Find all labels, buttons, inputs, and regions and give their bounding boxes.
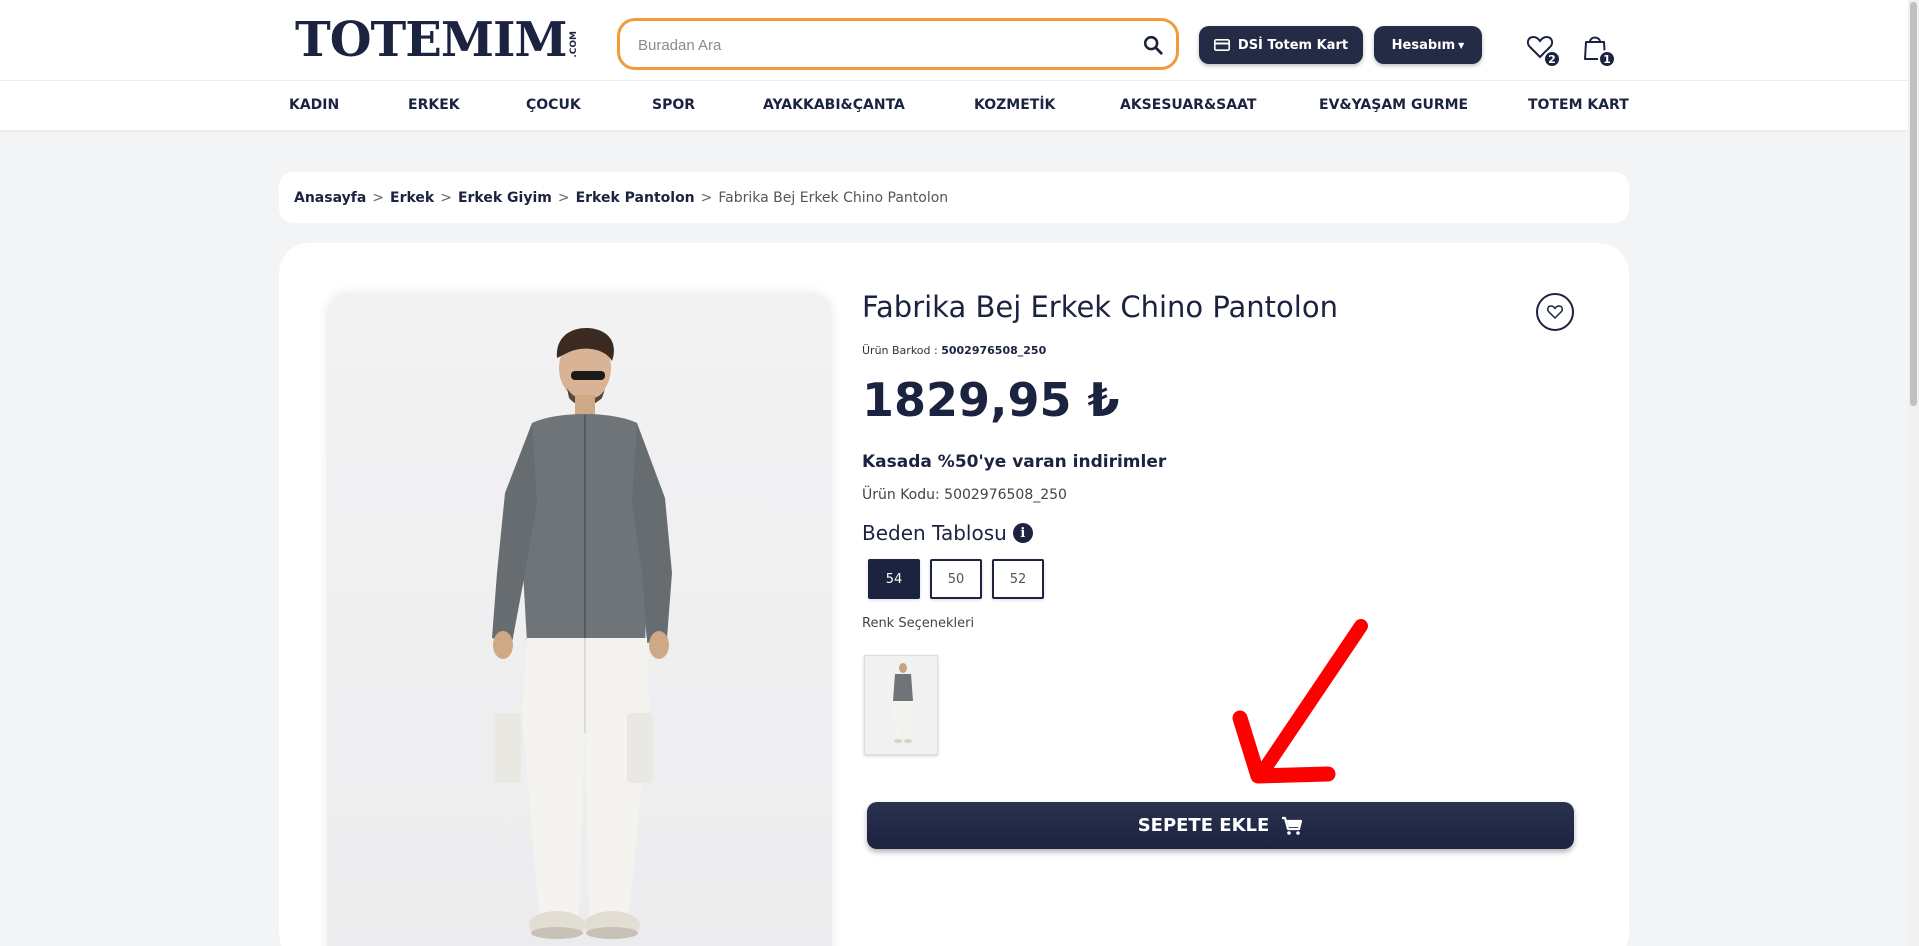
logo-suffix: .COM: [568, 31, 579, 58]
breadcrumb-separator: >: [557, 189, 570, 206]
product-barcode: Ürün Barkod : 5002976508_250: [862, 344, 1046, 357]
breadcrumb-home[interactable]: Anasayfa: [294, 190, 366, 206]
breadcrumb-erkek[interactable]: Erkek: [390, 190, 434, 206]
color-option-thumbnail[interactable]: [864, 655, 938, 755]
nav-item-aksesuar-saat[interactable]: AKSESUAR&SAAT: [1120, 97, 1256, 113]
color-options-label: Renk Seçenekleri: [862, 616, 975, 631]
heart-icon: [1546, 305, 1564, 320]
info-icon[interactable]: i: [1012, 523, 1033, 543]
size-option-50[interactable]: 50: [930, 559, 982, 599]
product-card: Fabrika Bej Erkek Chino Pantolon Ürün Ba…: [279, 243, 1629, 946]
dsi-totem-kart-button[interactable]: DSİ Totem Kart: [1199, 26, 1363, 64]
barcode-label: Ürün Barkod :: [862, 344, 938, 357]
thumbnail-image: [893, 663, 913, 743]
size-option-54[interactable]: 54: [868, 559, 920, 599]
add-to-cart-label: SEPETE EKLE: [1137, 815, 1270, 836]
search-box: [617, 18, 1179, 70]
nav-item-ev-yasam-gurme[interactable]: EV&YAŞAM GURME: [1319, 97, 1468, 113]
logo-text: TOTEMIM: [295, 12, 568, 68]
breadcrumb-erkek-giyim[interactable]: Erkek Giyim: [458, 190, 552, 206]
size-table[interactable]: Beden Tablosu i: [862, 521, 1033, 545]
account-button[interactable]: Hesabım ▼: [1374, 26, 1482, 64]
nav-item-kozmetik[interactable]: KOZMETİK: [974, 97, 1055, 113]
site-header: TOTEMIM .COM DSİ Totem Kart Hesabım ▼ 2 …: [0, 0, 1908, 80]
product-price: 1829,95 ₺: [862, 373, 1120, 427]
cart-button[interactable]: 1: [1580, 32, 1616, 68]
promo-text: Kasada %50'ye varan indirimler: [862, 452, 1167, 472]
barcode-value: 5002976508_250: [941, 344, 1047, 357]
search-input[interactable]: [638, 33, 1118, 57]
product-code: Ürün Kodu: 5002976508_250: [862, 487, 1067, 503]
site-logo[interactable]: TOTEMIM .COM: [295, 14, 579, 64]
nav-item-erkek[interactable]: ERKEK: [408, 97, 460, 113]
breadcrumb-erkek-pantolon[interactable]: Erkek Pantolon: [576, 190, 695, 206]
nav-item-totem-kart[interactable]: TOTEM KART: [1528, 97, 1629, 113]
size-option-52[interactable]: 52: [992, 559, 1044, 599]
breadcrumb-separator: >: [372, 189, 384, 206]
add-to-cart-button[interactable]: SEPETE EKLE: [867, 802, 1574, 849]
annotation-arrow: [1232, 619, 1368, 784]
dsi-button-label: DSİ Totem Kart: [1237, 37, 1349, 53]
search-icon[interactable]: [1142, 34, 1164, 56]
breadcrumb-separator: >: [440, 189, 452, 206]
nav-item-kadin[interactable]: KADIN: [289, 97, 339, 113]
caret-down-icon: ▼: [1458, 40, 1465, 50]
nav-item-ayakkabi-canta[interactable]: AYAKKABI&ÇANTA: [763, 97, 905, 113]
account-button-label: Hesabım: [1391, 37, 1456, 53]
cart-icon: [1282, 816, 1303, 835]
breadcrumb-current: Fabrika Bej Erkek Chino Pantolon: [718, 189, 949, 206]
category-nav: KADIN ERKEK ÇOCUK SPOR AYAKKABI&ÇANTA KO…: [0, 80, 1908, 130]
breadcrumb-separator: >: [700, 189, 713, 206]
model-photo: [492, 328, 672, 939]
product-image[interactable]: [327, 293, 832, 946]
favorites-count-badge: 2: [1543, 50, 1561, 68]
credit-card-icon: [1213, 39, 1230, 51]
add-to-favorites-button[interactable]: [1536, 293, 1574, 331]
product-title: Fabrika Bej Erkek Chino Pantolon: [862, 290, 1338, 324]
breadcrumb: Anasayfa > Erkek > Erkek Giyim > Erkek P…: [279, 172, 1629, 223]
scrollbar-thumb[interactable]: [1910, 2, 1917, 406]
favorites-button[interactable]: 2: [1525, 32, 1561, 68]
nav-item-cocuk[interactable]: ÇOCUK: [526, 97, 581, 113]
cart-count-badge: 1: [1598, 50, 1616, 68]
page-scrollbar[interactable]: [1908, 0, 1919, 946]
size-table-label: Beden Tablosu: [862, 521, 1007, 545]
nav-item-spor[interactable]: SPOR: [652, 97, 695, 113]
